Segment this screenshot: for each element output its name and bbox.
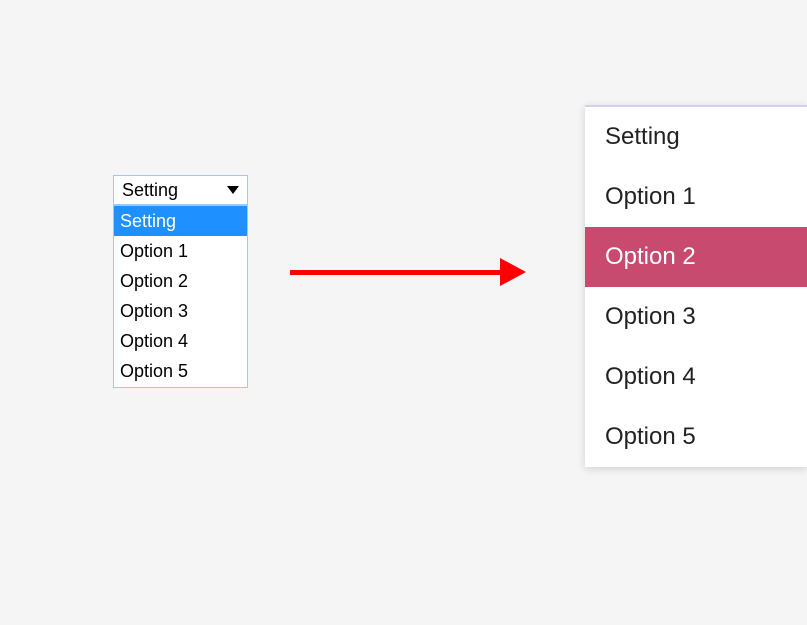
styled-option-1[interactable]: Option 1 xyxy=(585,167,807,227)
arrow-icon xyxy=(290,258,526,286)
styled-option-5[interactable]: Option 5 xyxy=(585,407,807,467)
native-option-3[interactable]: Option 3 xyxy=(114,296,247,326)
native-option-setting[interactable]: Setting xyxy=(114,206,247,236)
native-option-1[interactable]: Option 1 xyxy=(114,236,247,266)
native-select-button[interactable]: Setting xyxy=(113,175,248,205)
native-select[interactable]: Setting Setting Option 1 Option 2 Option… xyxy=(113,175,248,388)
native-option-4[interactable]: Option 4 xyxy=(114,326,247,356)
chevron-down-icon xyxy=(227,186,239,194)
styled-option-4[interactable]: Option 4 xyxy=(585,347,807,407)
styled-option-setting[interactable]: Setting xyxy=(585,107,807,167)
arrow-head xyxy=(500,258,526,286)
arrow-shaft xyxy=(290,270,500,275)
styled-option-3[interactable]: Option 3 xyxy=(585,287,807,347)
native-select-listbox[interactable]: Setting Option 1 Option 2 Option 3 Optio… xyxy=(113,205,248,388)
styled-option-2[interactable]: Option 2 xyxy=(585,227,807,287)
native-option-2[interactable]: Option 2 xyxy=(114,266,247,296)
styled-select-listbox[interactable]: Setting Option 1 Option 2 Option 3 Optio… xyxy=(585,105,807,467)
native-option-5[interactable]: Option 5 xyxy=(114,356,247,386)
native-select-value: Setting xyxy=(122,180,178,201)
